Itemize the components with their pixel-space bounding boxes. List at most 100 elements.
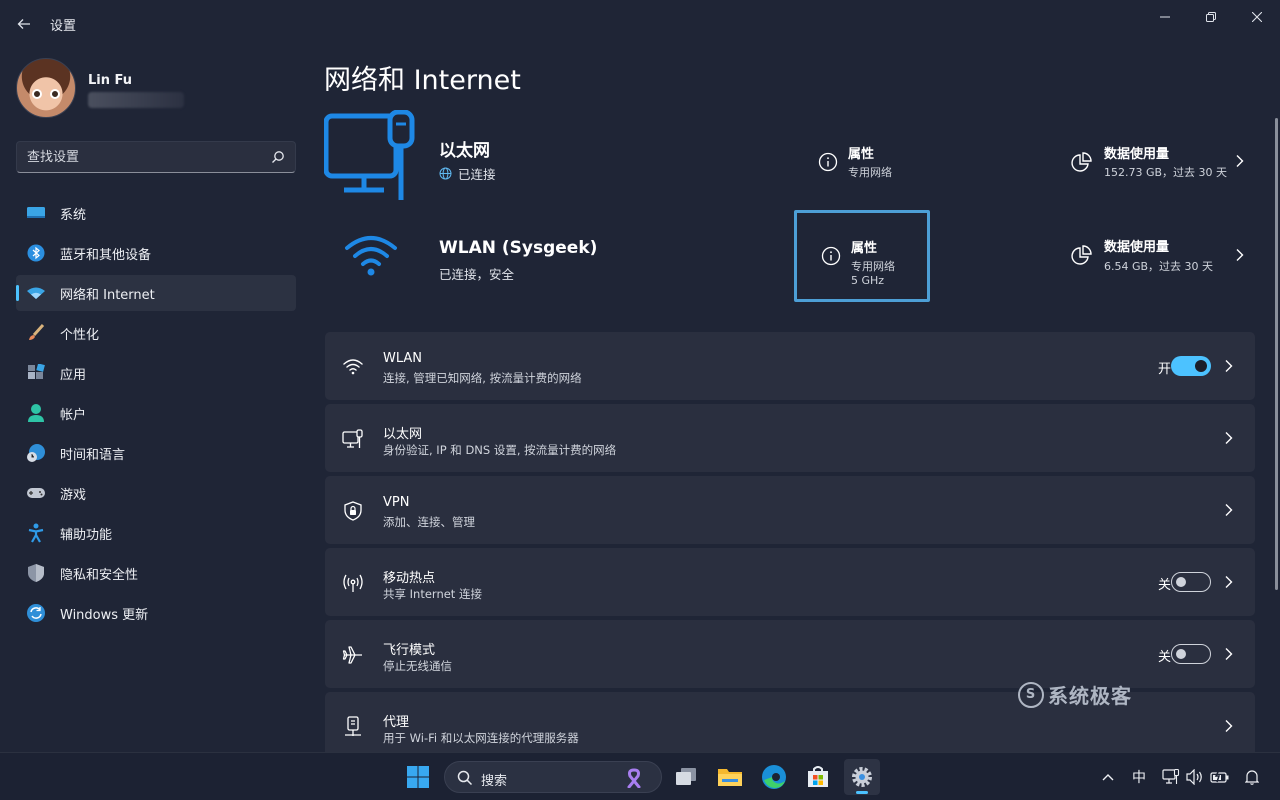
task-view-button[interactable] — [668, 759, 704, 795]
settings-search[interactable] — [16, 141, 296, 173]
sidebar-item-network[interactable]: 网络和 Internet — [16, 275, 296, 311]
bell-icon — [1245, 770, 1259, 785]
chevron-up-icon — [1102, 774, 1114, 781]
sidebar-item-bluetooth[interactable]: 蓝牙和其他设备 — [16, 235, 296, 271]
vpn-shield-icon — [344, 501, 362, 521]
back-button[interactable] — [12, 12, 36, 36]
taskbar-search[interactable]: 搜索 — [444, 761, 662, 793]
wifi-icon — [26, 283, 46, 303]
search-input[interactable] — [27, 142, 257, 172]
sidebar-item-privacy[interactable]: 隐私和安全性 — [16, 555, 296, 591]
account-icon — [26, 403, 46, 423]
search-icon — [457, 770, 473, 786]
settings-taskbar-button[interactable] — [844, 759, 880, 795]
maximize-button[interactable] — [1188, 6, 1234, 28]
taskbar: 搜索 中 — [0, 752, 1280, 800]
ethernet-status: 已连接 — [439, 164, 496, 183]
globe-icon — [439, 167, 452, 180]
wlan-name: WLAN (Sysgeek) — [439, 238, 598, 258]
minimize-icon — [1160, 16, 1170, 18]
search-icon[interactable] — [271, 150, 285, 164]
edge-button[interactable] — [756, 759, 792, 795]
chevron-right-icon — [1225, 576, 1233, 588]
apps-icon — [26, 363, 46, 383]
hotspot-icon — [343, 574, 363, 592]
folder-icon — [718, 769, 742, 786]
sidebar-item-personalization[interactable]: 个性化 — [16, 315, 296, 351]
windows-logo-icon — [407, 766, 429, 788]
show-hidden-icons-button[interactable] — [1096, 753, 1120, 800]
watermark: S 系统极客 — [1018, 680, 1132, 709]
card-vpn[interactable]: VPN 添加、连接、管理 — [325, 476, 1255, 544]
wlan-toggle[interactable] — [1171, 356, 1211, 376]
chevron-right-icon — [1236, 155, 1244, 167]
gamepad-icon — [26, 483, 46, 503]
user-email-blurred — [88, 92, 184, 108]
pie-chart-icon — [1071, 152, 1092, 172]
pie-chart-icon — [1071, 245, 1092, 265]
input-method-indicator[interactable]: 中 — [1126, 753, 1152, 800]
card-mobile-hotspot[interactable]: 移动热点 共享 Internet 连接 关 — [325, 548, 1255, 616]
card-ethernet[interactable]: 以太网 身份验证, IP 和 DNS 设置, 按流量计费的网络 — [325, 404, 1255, 472]
shield-icon — [26, 563, 46, 583]
wifi-icon — [343, 359, 363, 375]
sidebar-item-windows-update[interactable]: Windows 更新 — [16, 595, 296, 631]
store-icon — [808, 766, 828, 787]
globe-clock-icon — [26, 443, 46, 463]
start-button[interactable] — [400, 759, 436, 795]
sidebar-item-accessibility[interactable]: 辅助功能 — [16, 515, 296, 551]
notifications-button[interactable] — [1240, 753, 1264, 800]
sidebar-item-gaming[interactable]: 游戏 — [16, 475, 296, 511]
card-airplane-mode[interactable]: 飞行模式 停止无线通信 关 — [325, 620, 1255, 688]
gear-icon — [852, 767, 872, 787]
store-button[interactable] — [800, 759, 836, 795]
info-icon — [821, 246, 841, 266]
file-explorer-button[interactable] — [712, 759, 748, 795]
airplane-mode-toggle[interactable] — [1171, 644, 1211, 664]
task-view-icon — [676, 768, 696, 785]
airplane-icon — [342, 646, 362, 664]
close-button[interactable] — [1234, 6, 1280, 28]
sidebar-item-apps[interactable]: 应用 — [16, 355, 296, 391]
mobile-hotspot-toggle[interactable] — [1171, 572, 1211, 592]
app-title: 设置 — [50, 19, 77, 34]
settings-window: 设置 Lin Fu 系统 蓝牙和其他设备 — [0, 0, 1280, 760]
wlan-summary: WLAN (Sysgeek) 已连接，安全 属性 专用网络 5 GHz 数据使用… — [324, 210, 1258, 310]
arrow-left-icon — [17, 19, 30, 29]
avatar — [16, 58, 76, 118]
minimize-button[interactable] — [1142, 6, 1188, 28]
chevron-right-icon — [1225, 432, 1233, 444]
volume-tray-button[interactable] — [1184, 753, 1206, 800]
card-wlan[interactable]: WLAN 连接, 管理已知网络, 按流量计费的网络 开 — [325, 332, 1255, 400]
scrollbar[interactable] — [1275, 118, 1278, 590]
restore-icon — [1206, 12, 1216, 22]
user-name: Lin Fu — [88, 73, 133, 88]
ethernet-properties-button[interactable]: 属性 专用网络 — [794, 110, 930, 202]
chevron-right-icon — [1236, 249, 1244, 261]
chevron-right-icon — [1225, 720, 1233, 732]
speaker-icon — [1186, 769, 1202, 785]
sidebar-item-accounts[interactable]: 帐户 — [16, 395, 296, 431]
ribbon-icon — [627, 768, 641, 788]
wlan-properties-button[interactable]: 属性 专用网络 5 GHz — [794, 210, 930, 302]
watermark-logo-icon: S — [1018, 681, 1044, 708]
info-icon — [818, 152, 838, 172]
proxy-icon — [345, 716, 361, 736]
user-profile[interactable]: Lin Fu — [16, 56, 296, 120]
ethernet-summary: 以太网 已连接 属性 专用网络 数据使用量 152.73 GB，过去 30 天 — [324, 110, 1258, 208]
ethernet-monitor-icon — [324, 110, 415, 200]
network-tray-button[interactable] — [1160, 753, 1182, 800]
sidebar-item-time-language[interactable]: 时间和语言 — [16, 435, 296, 471]
ethernet-tray-icon — [1162, 769, 1180, 784]
update-icon — [26, 603, 46, 623]
bluetooth-icon — [26, 243, 46, 263]
chevron-right-icon — [1225, 648, 1233, 660]
battery-tray-button[interactable] — [1208, 753, 1232, 800]
close-icon — [1252, 12, 1262, 22]
brush-icon — [26, 323, 46, 343]
wlan-data-usage-button[interactable]: 数据使用量 6.54 GB，过去 30 天 — [1068, 212, 1258, 304]
system-icon — [26, 203, 46, 223]
sidebar-item-system[interactable]: 系统 — [16, 195, 296, 231]
edge-browser-icon — [762, 765, 786, 789]
ethernet-data-usage-button[interactable]: 数据使用量 152.73 GB，过去 30 天 — [1068, 110, 1258, 202]
